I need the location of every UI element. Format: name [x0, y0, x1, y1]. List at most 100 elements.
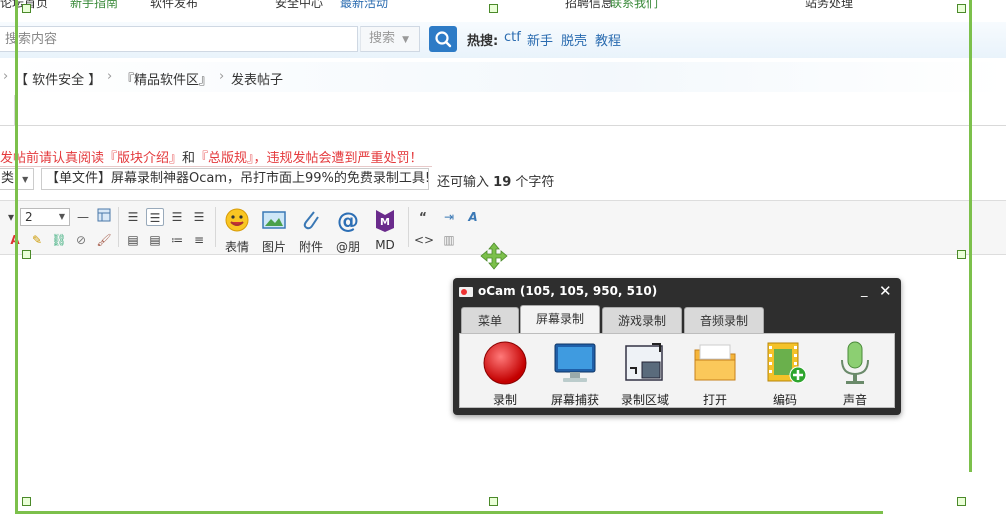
sound-button[interactable]: 声音	[825, 340, 885, 408]
smiley-icon	[225, 208, 249, 232]
link-icon[interactable]: ⛓	[50, 231, 68, 249]
svg-text:@: @	[337, 209, 359, 233]
table-icon[interactable]	[95, 208, 113, 226]
font-style-icon[interactable]: A	[464, 208, 482, 226]
image-button[interactable]: 图片	[257, 207, 291, 255]
resize-handle[interactable]	[489, 497, 498, 506]
top-nav-item[interactable]: 招聘信息	[565, 0, 613, 10]
screen-capture-button[interactable]: 屏幕捕获	[545, 340, 605, 408]
horizontal-rule-icon[interactable]: —	[74, 208, 92, 226]
remain-prefix: 还可输入	[437, 175, 490, 190]
ocam-tab-screen-record[interactable]: 屏幕录制	[520, 305, 600, 333]
mention-button[interactable]: @ @朋	[331, 207, 365, 255]
breadcrumb-item[interactable]: 『精品软件区』	[121, 69, 212, 88]
indent-icon[interactable]: ⇥	[440, 208, 458, 226]
attachment-button[interactable]: 附件	[294, 207, 328, 255]
image-label: 图片	[261, 240, 286, 254]
top-nav-item[interactable]: 新手指南	[70, 0, 118, 10]
resize-handle[interactable]	[22, 250, 31, 259]
open-label: 打开	[702, 393, 727, 407]
divider	[0, 166, 432, 167]
breadcrumb-separator: ›	[219, 69, 225, 84]
category-value: 类	[1, 171, 15, 186]
close-icon[interactable]: ✕	[879, 282, 892, 300]
font-size-select[interactable]: 2 ▼	[20, 208, 70, 226]
markdown-icon: M	[376, 210, 394, 232]
screen-capture-label: 屏幕捕获	[550, 393, 599, 407]
monitor-icon	[554, 343, 596, 382]
code-icon[interactable]: <>	[414, 231, 434, 249]
top-nav-item[interactable]: 最新活动	[340, 0, 388, 10]
record-label: 录制	[492, 393, 517, 407]
unordered-list-icon[interactable]: ≡	[190, 231, 208, 249]
source-view-icon[interactable]: ▥	[440, 231, 458, 249]
chevron-down-icon: ▼	[58, 212, 65, 221]
encode-button[interactable]: 编码	[755, 340, 815, 408]
ordered-list-icon[interactable]: ≔	[168, 231, 186, 249]
editor-tab[interactable]	[0, 95, 15, 126]
align-left-icon[interactable]: ☰	[124, 208, 142, 226]
hot-search-link[interactable]: 新手	[527, 30, 553, 49]
ocam-tab-game-record[interactable]: 游戏录制	[602, 307, 682, 333]
sound-label: 声音	[842, 393, 867, 407]
markdown-label: MD	[375, 238, 395, 252]
notice-rules-link[interactable]: 『总版规』	[195, 151, 254, 166]
hot-search-link[interactable]: ctf	[504, 30, 521, 45]
breadcrumb-item: 发表帖子	[231, 73, 284, 88]
breadcrumb-item[interactable]: 【 软件安全 】	[15, 69, 101, 88]
recording-region-bottom-edge[interactable]	[15, 511, 883, 514]
resize-handle[interactable]	[22, 4, 31, 13]
ocam-app-icon	[459, 287, 473, 297]
top-nav-item[interactable]: 站务处理	[805, 0, 853, 10]
hot-search-link[interactable]: 教程	[595, 30, 621, 49]
open-button[interactable]: 打开	[685, 340, 745, 408]
float-right-icon[interactable]: ▤	[146, 231, 164, 249]
svg-text:M: M	[380, 217, 390, 228]
markdown-button[interactable]: M MD	[368, 207, 402, 252]
unlink-icon[interactable]: ⊘	[72, 231, 90, 249]
emoji-button[interactable]: 表情	[220, 207, 254, 255]
align-right-icon[interactable]: ☰	[190, 208, 208, 226]
search-button[interactable]	[429, 26, 457, 52]
emoji-label: 表情	[224, 240, 249, 254]
resize-handle[interactable]	[957, 4, 966, 13]
recording-region-right-edge[interactable]	[969, 0, 972, 472]
record-area-label: 录制区域	[620, 393, 669, 407]
top-nav-item[interactable]: 安全中心	[275, 0, 323, 10]
recording-region-left-edge[interactable]	[15, 0, 18, 514]
spellcheck-icon[interactable]: ✎	[28, 231, 46, 249]
paperclip-icon	[303, 211, 319, 230]
search-input[interactable]: 搜索内容	[0, 26, 358, 52]
top-nav-item[interactable]: 软件发布	[150, 0, 198, 10]
record-area-button[interactable]: 录制区域	[615, 340, 675, 408]
breadcrumb-separator: ›	[107, 69, 113, 84]
clear-format-icon[interactable]: 🖌	[95, 231, 113, 249]
move-icon[interactable]	[480, 242, 508, 270]
resize-handle[interactable]	[489, 4, 498, 13]
top-nav-item[interactable]: 联系我们	[610, 0, 658, 10]
resize-handle[interactable]	[22, 497, 31, 506]
film-add-icon	[767, 342, 807, 384]
float-left-icon[interactable]: ▤	[124, 231, 142, 249]
ocam-tab-menu[interactable]: 菜单	[461, 307, 519, 333]
microphone-icon	[841, 341, 869, 384]
at-sign-icon: @	[337, 209, 359, 234]
resize-handle[interactable]	[957, 250, 966, 259]
notice-warning: ，违规发帖会遭到严重处罚！	[253, 151, 423, 166]
notice-text[interactable]: 发帖前请认真阅读『版块介绍』	[0, 151, 182, 166]
ocam-tab-audio-record[interactable]: 音频录制	[684, 307, 764, 333]
quote-icon[interactable]: “	[414, 208, 432, 226]
top-nav-strip: 论坛首页 新手指南 软件发布 安全中心 最新活动 招聘信息 联系我们 站务处理	[0, 0, 1006, 10]
align-center-icon[interactable]: ☰	[168, 208, 186, 226]
minimize-icon[interactable]: _	[861, 283, 868, 298]
remain-suffix: 个字符	[515, 175, 555, 190]
hot-search-link[interactable]: 脱壳	[561, 30, 587, 49]
align-justify-icon[interactable]: ☰	[146, 208, 164, 226]
search-type-select[interactable]: 搜索 ▼	[360, 26, 420, 52]
font-size-value: 2	[25, 210, 33, 224]
encode-label: 编码	[772, 393, 797, 407]
record-button[interactable]: 录制	[475, 340, 535, 408]
record-icon	[483, 341, 527, 385]
title-input[interactable]: 【单文件】屏幕录制神器Ocam，吊打市面上99%的免费录制工具!	[41, 168, 429, 190]
resize-handle[interactable]	[957, 497, 966, 506]
